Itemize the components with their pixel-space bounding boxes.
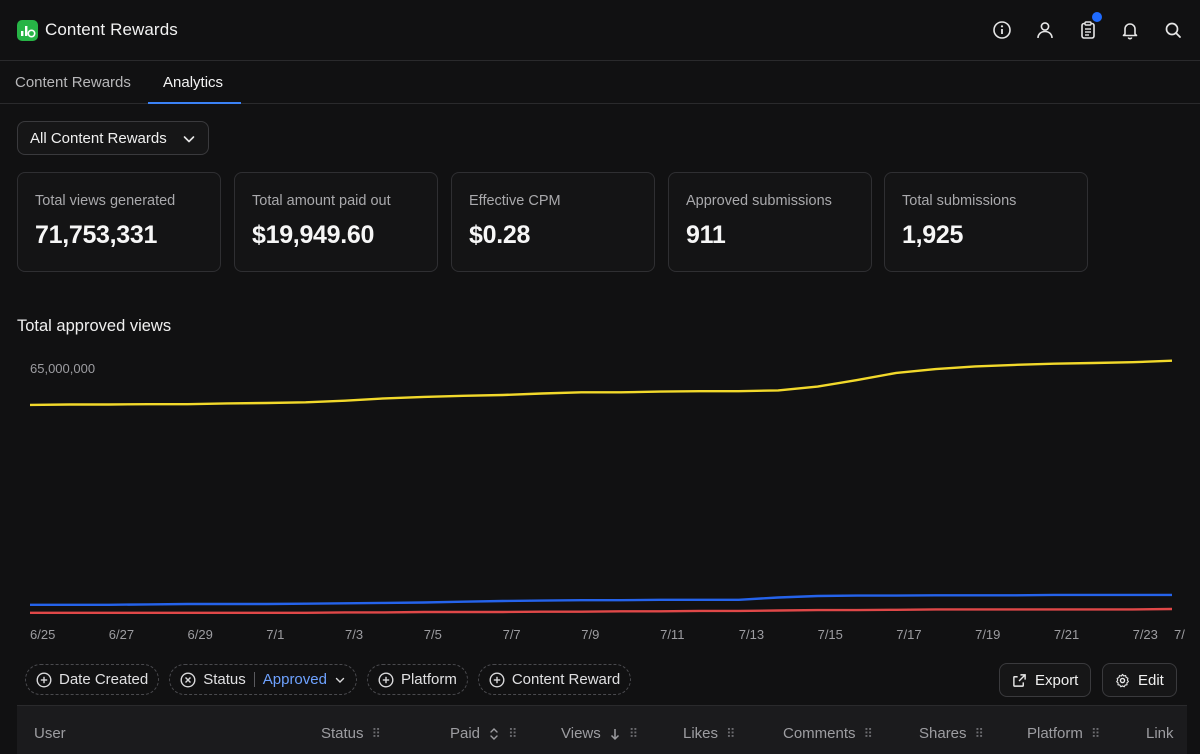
column-header-views[interactable]: Views ⠿ — [561, 725, 638, 742]
stat-label: Total submissions — [902, 193, 1017, 209]
column-header-comments[interactable]: Comments ⠿ — [783, 725, 873, 742]
platform-filter-label: Platform — [400, 671, 457, 688]
chevron-down-icon — [335, 677, 345, 683]
edit-button-label: Edit — [1138, 671, 1164, 689]
content-reward-select[interactable]: All Content Rewards — [17, 121, 209, 155]
date-created-filter[interactable]: Date Created — [25, 664, 160, 695]
tab-content-rewards[interactable]: Content Rewards — [15, 74, 131, 91]
status-filter-label: Status — [203, 671, 246, 688]
x-tick-label: 7/5 — [424, 627, 442, 642]
table-header: User Status ⠿ Paid ⠿ Views ⠿ Likes ⠿ Comme… — [17, 705, 1187, 754]
x-tick-label: 7/21 — [1054, 627, 1079, 642]
x-tick-label: 7/3 — [345, 627, 363, 642]
stat-card-effective-cpm: Effective CPM $0.28 — [451, 172, 655, 272]
x-tick-label: 7/ — [1174, 627, 1185, 642]
column-header-status[interactable]: Status ⠿ — [321, 725, 381, 742]
tab-analytics[interactable]: Analytics — [163, 74, 223, 91]
x-tick-label: 7/13 — [739, 627, 764, 642]
clipboard-icon[interactable] — [1077, 12, 1102, 41]
stat-label: Approved submissions — [686, 193, 832, 209]
x-tick-label: 6/25 — [30, 627, 55, 642]
series-line-2[interactable] — [30, 607, 1173, 614]
date-created-filter-label: Date Created — [59, 671, 149, 688]
stat-card-approved-submissions: Approved submissions 911 — [668, 172, 872, 272]
x-tick-label: 7/1 — [266, 627, 284, 642]
y-tick-label: 65,000,000 — [30, 361, 95, 376]
chevron-down-icon — [183, 136, 195, 143]
stat-card-total-paid: Total amount paid out $19,949.60 — [234, 172, 438, 272]
content-reward-filter[interactable]: Content Reward — [477, 664, 632, 695]
tab-bar: Content Rewards Analytics — [0, 61, 1200, 104]
drag-handle-icon[interactable]: ⠿ — [975, 726, 984, 742]
notification-dot — [1092, 12, 1102, 22]
column-header-shares[interactable]: Shares ⠿ — [919, 725, 984, 742]
sort-descending-icon[interactable] — [609, 727, 621, 741]
stat-card-total-submissions: Total submissions 1,925 — [884, 172, 1088, 272]
app-logo-icon — [17, 20, 38, 41]
external-link-icon — [1013, 673, 1026, 687]
active-tab-indicator — [148, 102, 241, 104]
plus-circle-icon — [378, 671, 394, 688]
x-tick-label: 6/27 — [109, 627, 134, 642]
column-header-link[interactable]: Link — [1146, 725, 1174, 742]
stat-value: $19,949.60 — [252, 221, 375, 249]
column-header-paid[interactable]: Paid ⠿ — [450, 725, 518, 742]
column-header-user[interactable]: User — [34, 725, 66, 742]
x-tick-label: 7/23 — [1133, 627, 1158, 642]
plus-circle-icon — [489, 671, 505, 688]
search-icon[interactable] — [1162, 19, 1184, 41]
series-line-0[interactable] — [29, 359, 1173, 407]
stat-value: 911 — [686, 221, 726, 249]
x-tick-label: 6/29 — [188, 627, 213, 642]
x-tick-label: 7/15 — [818, 627, 843, 642]
stat-label: Total amount paid out — [252, 193, 391, 209]
filter-bar: Date Created Status Approved Platform Co… — [25, 664, 632, 696]
x-tick-label: 7/11 — [660, 627, 684, 642]
column-header-likes[interactable]: Likes ⠿ — [683, 725, 736, 742]
remove-circle-icon[interactable] — [180, 671, 196, 688]
edit-button[interactable]: Edit — [1102, 663, 1177, 697]
stat-label: Total views generated — [35, 193, 176, 209]
app-title: Content Rewards — [45, 20, 178, 39]
export-button[interactable]: Export — [999, 663, 1092, 697]
drag-handle-icon[interactable]: ⠿ — [372, 726, 381, 742]
gear-icon — [1116, 673, 1129, 687]
column-header-platform[interactable]: Platform ⠿ — [1027, 725, 1100, 742]
plus-circle-icon — [36, 671, 52, 688]
top-bar: Content Rewards — [0, 0, 1200, 61]
export-button-label: Export — [1035, 671, 1079, 689]
status-filter-value: Approved — [262, 671, 327, 688]
drag-handle-icon[interactable]: ⠿ — [864, 726, 873, 742]
stat-value: 71,753,331 — [35, 221, 158, 249]
stat-value: $0.28 — [469, 221, 531, 249]
user-icon[interactable] — [1034, 19, 1056, 41]
stat-value: 1,925 — [902, 221, 964, 249]
drag-handle-icon[interactable]: ⠿ — [726, 726, 735, 742]
platform-filter[interactable]: Platform — [366, 664, 468, 695]
chart-title: Total approved views — [17, 317, 172, 335]
drag-handle-icon[interactable]: ⠿ — [1091, 726, 1100, 742]
x-tick-label: 7/9 — [581, 627, 599, 642]
content-reward-filter-label: Content Reward — [511, 671, 621, 688]
content-reward-select-label: All Content Rewards — [30, 129, 167, 147]
drag-handle-icon[interactable]: ⠿ — [508, 726, 517, 742]
drag-handle-icon[interactable]: ⠿ — [629, 726, 638, 742]
approved-views-line-chart: 65,000,000 6/25 6/27 6/29 7/1 7/3 7/5 7/7 7/9 7/1… — [29, 359, 1185, 642]
info-icon[interactable] — [991, 19, 1013, 41]
x-tick-label: 7/7 — [503, 627, 521, 642]
stat-card-total-views: Total views generated 71,753,331 — [17, 172, 221, 272]
divider — [253, 672, 255, 687]
sort-icon[interactable] — [488, 727, 500, 741]
series-line-1[interactable] — [30, 593, 1172, 607]
status-filter[interactable]: Status Approved — [169, 664, 357, 695]
x-tick-label: 7/17 — [896, 627, 921, 642]
bell-icon[interactable] — [1119, 19, 1141, 41]
x-tick-label: 7/19 — [975, 627, 1000, 642]
stat-label: Effective CPM — [469, 193, 561, 209]
